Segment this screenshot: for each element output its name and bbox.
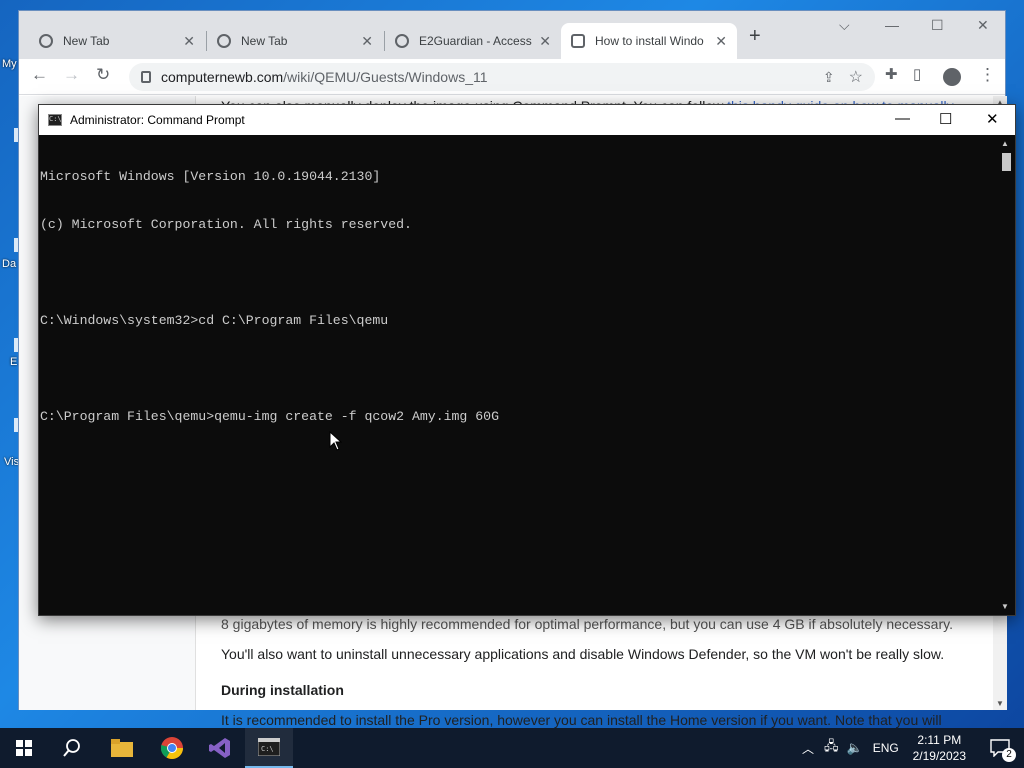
search-button[interactable] — [48, 728, 96, 768]
mouse-pointer-icon — [329, 431, 343, 451]
paragraph: It is recommended to install the Pro ver… — [221, 712, 942, 728]
console-output[interactable]: Microsoft Windows [Version 10.0.19044.21… — [39, 135, 999, 615]
close-icon[interactable]: ✕ — [361, 33, 373, 50]
clock-date: 2/19/2023 — [912, 749, 966, 763]
start-icon — [16, 740, 32, 756]
scroll-up-icon[interactable]: ▲ — [1001, 139, 1009, 148]
address-bar[interactable]: computernewb.com/wiki/QEMU/Guests/Window… — [129, 63, 875, 91]
scroll-down-icon[interactable]: ▼ — [996, 699, 1004, 708]
desktop-icon-label[interactable]: Vis — [4, 456, 19, 468]
close-icon[interactable]: ✕ — [539, 33, 551, 50]
console-line: Microsoft Windows [Version 10.0.19044.21… — [40, 169, 381, 184]
console-line: C:\Program Files\qemu>qemu-img create -f… — [40, 409, 500, 424]
minimize-button[interactable]: — — [895, 110, 910, 127]
tab-e2guardian[interactable]: E2Guardian - Access ✕ — [385, 23, 561, 59]
scroll-down-icon[interactable]: ▼ — [1001, 602, 1009, 611]
console-line: C:\Windows\system32>cd C:\Program Files\… — [40, 313, 389, 328]
reload-icon[interactable]: ↻ — [96, 65, 110, 85]
cmd-title: Administrator: Command Prompt — [70, 113, 245, 127]
tab-title: How to install Windo — [595, 34, 704, 48]
chrome-button[interactable] — [148, 728, 196, 768]
menu-kebab-icon[interactable]: ⋮ — [979, 65, 996, 85]
share-icon[interactable]: ⇪ — [823, 69, 835, 86]
console-line: (c) Microsoft Corporation. All rights re… — [40, 217, 412, 232]
close-window-button[interactable]: ✕ — [977, 17, 989, 34]
forward-arrow-icon[interactable]: → — [63, 65, 80, 85]
file-explorer-icon — [111, 739, 133, 757]
tab-new-tab-1[interactable]: New Tab ✕ — [29, 23, 205, 59]
search-icon — [63, 739, 80, 757]
url-path: /wiki/QEMU/Guests/Windows_11 — [283, 69, 488, 85]
tab-title: New Tab — [63, 34, 110, 48]
maximize-button[interactable]: ☐ — [931, 17, 944, 34]
url-host: computernewb.com — [161, 69, 284, 85]
paragraph: You'll also want to uninstall unnecessar… — [221, 646, 945, 662]
notification-count-badge: 2 — [1002, 748, 1016, 762]
tab-title: New Tab — [241, 34, 288, 48]
chrome-icon — [217, 34, 231, 48]
desktop-icon-label[interactable]: My — [2, 58, 17, 70]
lock-icon[interactable] — [141, 71, 151, 83]
command-prompt-window: C:\ Administrator: Command Prompt — ☐ ✕ … — [38, 104, 1016, 616]
tab-how-to-install[interactable]: How to install Windo ✕ — [561, 23, 737, 59]
minimize-button[interactable]: — — [885, 17, 899, 33]
start-button[interactable] — [0, 728, 48, 768]
visual-studio-button[interactable] — [196, 728, 244, 768]
command-prompt-button[interactable]: C:\ — [245, 728, 293, 768]
tab-search-icon[interactable]: ⌵ — [839, 17, 850, 34]
bookmark-star-icon[interactable]: ☆ — [849, 67, 863, 87]
cmd-scrollbar[interactable]: ▲ ▼ — [998, 135, 1015, 615]
chrome-icon — [39, 34, 53, 48]
notification-center-button[interactable]: 2 — [980, 728, 1020, 768]
globe-icon — [395, 34, 409, 48]
section-heading: During installation — [221, 682, 344, 698]
tab-new-tab-2[interactable]: New Tab ✕ — [207, 23, 383, 59]
file-explorer-button[interactable] — [98, 728, 146, 768]
paragraph: 8 gigabytes of memory is highly recommen… — [221, 616, 953, 632]
command-prompt-icon: C:\ — [48, 114, 62, 126]
close-icon[interactable]: ✕ — [183, 33, 195, 50]
scroll-thumb[interactable] — [1002, 153, 1011, 171]
tab-strip: New Tab ✕ New Tab ✕ E2Guardian - Access … — [19, 11, 1005, 59]
tab-title: E2Guardian - Access — [419, 34, 532, 48]
clock[interactable]: 2:11 PM 2/19/2023 — [913, 732, 966, 764]
desktop-icon-label[interactable]: Da — [2, 258, 16, 270]
side-panel-icon[interactable]: ▯ — [913, 65, 921, 83]
visual-studio-icon — [209, 738, 230, 758]
language-indicator[interactable]: ENG — [873, 741, 899, 755]
extensions-icon[interactable]: ✚ — [885, 65, 898, 83]
taskbar: C:\ ︿ 🖧 🔈 ENG 2:11 PM 2/19/2023 2 — [0, 728, 1024, 768]
chrome-icon — [161, 737, 183, 759]
new-tab-button[interactable]: + — [749, 25, 761, 48]
command-prompt-icon: C:\ — [258, 738, 280, 756]
svg-text:C:\: C:\ — [261, 745, 274, 753]
network-icon[interactable]: 🖧 — [824, 737, 839, 759]
maximize-button[interactable]: ☐ — [939, 110, 952, 128]
show-hidden-icons-chevron-icon[interactable]: ︿ — [802, 740, 814, 757]
close-window-button[interactable]: ✕ — [986, 110, 999, 128]
clock-time: 2:11 PM — [917, 733, 962, 747]
volume-icon[interactable]: 🔈 — [847, 740, 863, 756]
profile-avatar-icon[interactable] — [943, 68, 961, 91]
close-icon[interactable]: ✕ — [715, 33, 727, 50]
browser-toolbar: ← → ↻ computernewb.com/wiki/QEMU/Guests/… — [19, 59, 1005, 95]
cmd-title-bar[interactable]: C:\ Administrator: Command Prompt — ☐ ✕ — [39, 105, 1015, 135]
desktop-icon-label[interactable]: E — [10, 356, 17, 368]
back-arrow-icon[interactable]: ← — [31, 65, 48, 85]
wiki-icon — [571, 34, 585, 48]
system-tray: ︿ 🖧 🔈 ENG — [802, 728, 909, 768]
